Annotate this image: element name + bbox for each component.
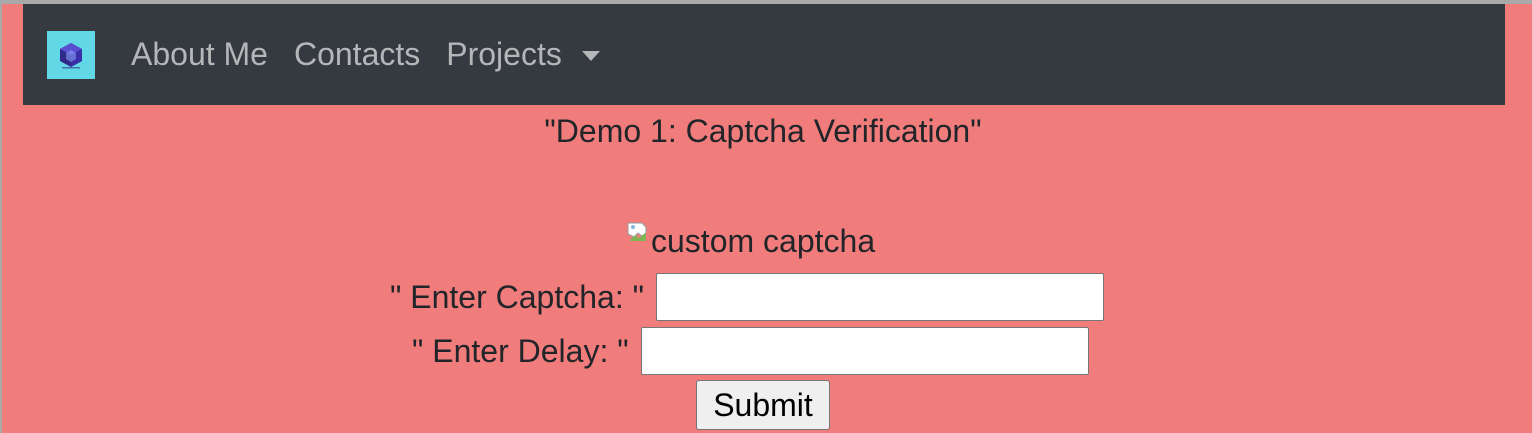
captcha-input[interactable] (655, 273, 1104, 321)
delay-row: " Enter Delay: " (412, 325, 1089, 377)
nav-link-about-me[interactable]: About Me (131, 36, 268, 73)
nav-link-contacts[interactable]: Contacts (294, 36, 420, 73)
nav-dropdown-label: Projects (446, 36, 562, 72)
nav-items: About Me Contacts Projects (131, 4, 626, 105)
cube-logo-icon (60, 43, 82, 69)
captcha-image-alt-text: custom captcha (651, 222, 876, 259)
delay-input[interactable] (640, 327, 1089, 375)
submit-button[interactable]: Submit (696, 380, 830, 430)
window-left-border (0, 0, 2, 433)
captcha-row: " Enter Captcha: " (390, 271, 1104, 323)
caret-down-icon (581, 50, 600, 61)
nav-dropdown-projects[interactable]: Projects (446, 36, 600, 73)
broken-image-icon (627, 222, 647, 241)
captcha-image: custom captcha (626, 220, 875, 262)
demo-title: "Demo 1: Captcha Verification" (544, 113, 982, 149)
delay-label: " Enter Delay: " (412, 332, 629, 369)
brand-logo[interactable] (47, 31, 95, 79)
navbar: About Me Contacts Projects (23, 4, 1505, 105)
captcha-label: " Enter Captcha: " (390, 278, 644, 315)
